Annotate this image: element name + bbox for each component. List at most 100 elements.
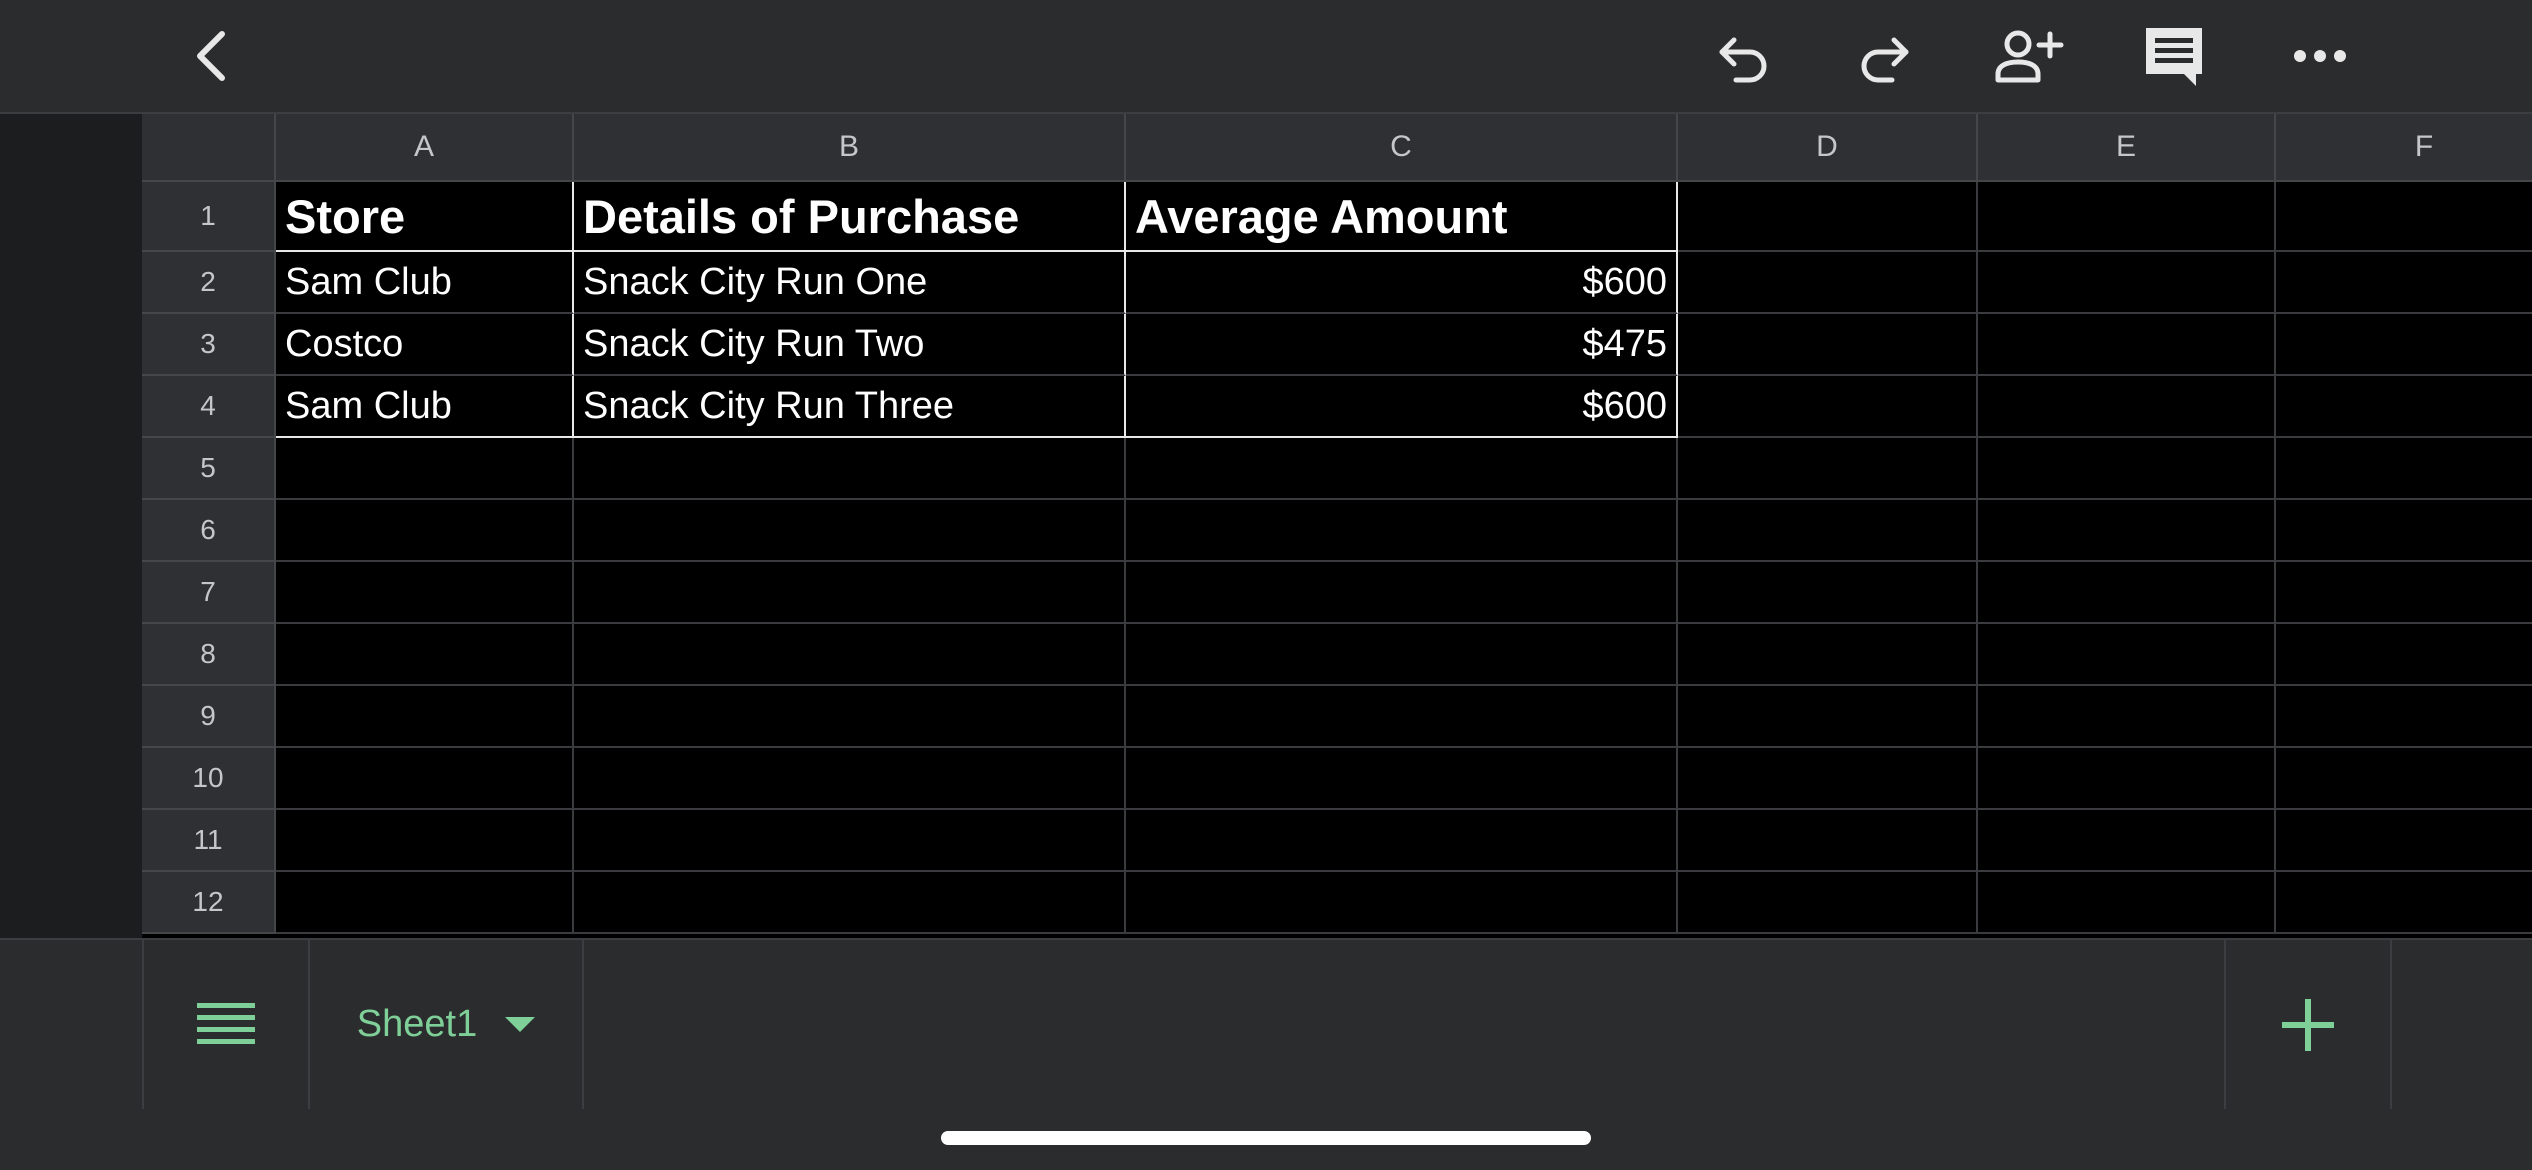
cell-b3[interactable]: Snack City Run Two: [574, 314, 1126, 376]
cell-f4[interactable]: [2276, 376, 2532, 438]
cell-a12[interactable]: [276, 872, 574, 934]
home-indicator[interactable]: [941, 1131, 1591, 1145]
cell-e2[interactable]: [1978, 252, 2276, 314]
cell-d2[interactable]: [1678, 252, 1978, 314]
cell-a3[interactable]: Costco: [276, 314, 574, 376]
cell-f9[interactable]: [2276, 686, 2532, 748]
cell-c5[interactable]: [1126, 438, 1678, 500]
cell-b5[interactable]: [574, 438, 1126, 500]
row-header-8[interactable]: 8: [142, 624, 276, 686]
cell-f1[interactable]: [2276, 182, 2532, 252]
row-header-11[interactable]: 11: [142, 810, 276, 872]
cell-f5[interactable]: [2276, 438, 2532, 500]
cell-a7[interactable]: [276, 562, 574, 624]
cell-d6[interactable]: [1678, 500, 1978, 562]
cell-a9[interactable]: [276, 686, 574, 748]
row-header-7[interactable]: 7: [142, 562, 276, 624]
spreadsheet-grid[interactable]: A B C D E F 1 2 3 4 5 6 7 8 9 10 11 12 S…: [142, 114, 2532, 938]
cell-d12[interactable]: [1678, 872, 1978, 934]
row-header-9[interactable]: 9: [142, 686, 276, 748]
cell-f7[interactable]: [2276, 562, 2532, 624]
cell-e6[interactable]: [1978, 500, 2276, 562]
cell-c2[interactable]: $600: [1126, 252, 1678, 314]
more-options-button[interactable]: [2276, 14, 2364, 98]
row-header-2[interactable]: 2: [142, 252, 276, 314]
back-button[interactable]: [168, 14, 256, 98]
cell-d8[interactable]: [1678, 624, 1978, 686]
cell-d3[interactable]: [1678, 314, 1978, 376]
cell-b4[interactable]: Snack City Run Three: [574, 376, 1126, 438]
row-header-1[interactable]: 1: [142, 182, 276, 252]
cell-a8[interactable]: [276, 624, 574, 686]
cell-b7[interactable]: [574, 562, 1126, 624]
column-header-d[interactable]: D: [1678, 114, 1978, 182]
cell-e5[interactable]: [1978, 438, 2276, 500]
sheet-list-button[interactable]: [142, 940, 310, 1109]
cell-d9[interactable]: [1678, 686, 1978, 748]
column-header-c[interactable]: C: [1126, 114, 1678, 182]
cell-b1[interactable]: Details of Purchase: [574, 182, 1126, 252]
cell-d4[interactable]: [1678, 376, 1978, 438]
cell-a1[interactable]: Store: [276, 182, 574, 252]
row-header-4[interactable]: 4: [142, 376, 276, 438]
cell-f10[interactable]: [2276, 748, 2532, 810]
cell-b11[interactable]: [574, 810, 1126, 872]
cell-e3[interactable]: [1978, 314, 2276, 376]
column-header-f[interactable]: F: [2276, 114, 2532, 182]
redo-button[interactable]: [1840, 14, 1928, 98]
cell-c12[interactable]: [1126, 872, 1678, 934]
cell-c8[interactable]: [1126, 624, 1678, 686]
row-header-6[interactable]: 6: [142, 500, 276, 562]
row-header-12[interactable]: 12: [142, 872, 276, 934]
cell-b8[interactable]: [574, 624, 1126, 686]
cell-a10[interactable]: [276, 748, 574, 810]
cell-e9[interactable]: [1978, 686, 2276, 748]
cell-f11[interactable]: [2276, 810, 2532, 872]
cell-e11[interactable]: [1978, 810, 2276, 872]
share-add-person-button[interactable]: [1984, 14, 2072, 98]
cell-c3[interactable]: $475: [1126, 314, 1678, 376]
sheet-tab-sheet1[interactable]: Sheet1: [310, 940, 584, 1109]
cell-c10[interactable]: [1126, 748, 1678, 810]
cell-a4[interactable]: Sam Club: [276, 376, 574, 438]
cell-d7[interactable]: [1678, 562, 1978, 624]
select-all-corner[interactable]: [142, 114, 276, 182]
cell-c9[interactable]: [1126, 686, 1678, 748]
cell-a2[interactable]: Sam Club: [276, 252, 574, 314]
cell-e10[interactable]: [1978, 748, 2276, 810]
cell-b6[interactable]: [574, 500, 1126, 562]
add-sheet-button[interactable]: [2224, 940, 2392, 1109]
cell-f12[interactable]: [2276, 872, 2532, 934]
cell-e1[interactable]: [1978, 182, 2276, 252]
cell-b12[interactable]: [574, 872, 1126, 934]
cell-c4[interactable]: $600: [1126, 376, 1678, 438]
cell-b2[interactable]: Snack City Run One: [574, 252, 1126, 314]
cell-b9[interactable]: [574, 686, 1126, 748]
column-header-e[interactable]: E: [1978, 114, 2276, 182]
cell-e4[interactable]: [1978, 376, 2276, 438]
cell-c6[interactable]: [1126, 500, 1678, 562]
cell-c1[interactable]: Average Amount: [1126, 182, 1678, 252]
cell-a11[interactable]: [276, 810, 574, 872]
column-header-a[interactable]: A: [276, 114, 574, 182]
cell-c7[interactable]: [1126, 562, 1678, 624]
dropdown-arrow-icon[interactable]: [505, 1016, 536, 1033]
cell-f2[interactable]: [2276, 252, 2532, 314]
column-header-b[interactable]: B: [574, 114, 1126, 182]
cell-d11[interactable]: [1678, 810, 1978, 872]
cell-a5[interactable]: [276, 438, 574, 500]
cell-d5[interactable]: [1678, 438, 1978, 500]
cell-a6[interactable]: [276, 500, 574, 562]
row-header-5[interactable]: 5: [142, 438, 276, 500]
cell-f3[interactable]: [2276, 314, 2532, 376]
cell-e8[interactable]: [1978, 624, 2276, 686]
cell-d10[interactable]: [1678, 748, 1978, 810]
cell-f6[interactable]: [2276, 500, 2532, 562]
cell-e7[interactable]: [1978, 562, 2276, 624]
comments-button[interactable]: [2130, 14, 2218, 98]
row-header-3[interactable]: 3: [142, 314, 276, 376]
cell-d1[interactable]: [1678, 182, 1978, 252]
row-header-10[interactable]: 10: [142, 748, 276, 810]
cell-c11[interactable]: [1126, 810, 1678, 872]
cell-e12[interactable]: [1978, 872, 2276, 934]
